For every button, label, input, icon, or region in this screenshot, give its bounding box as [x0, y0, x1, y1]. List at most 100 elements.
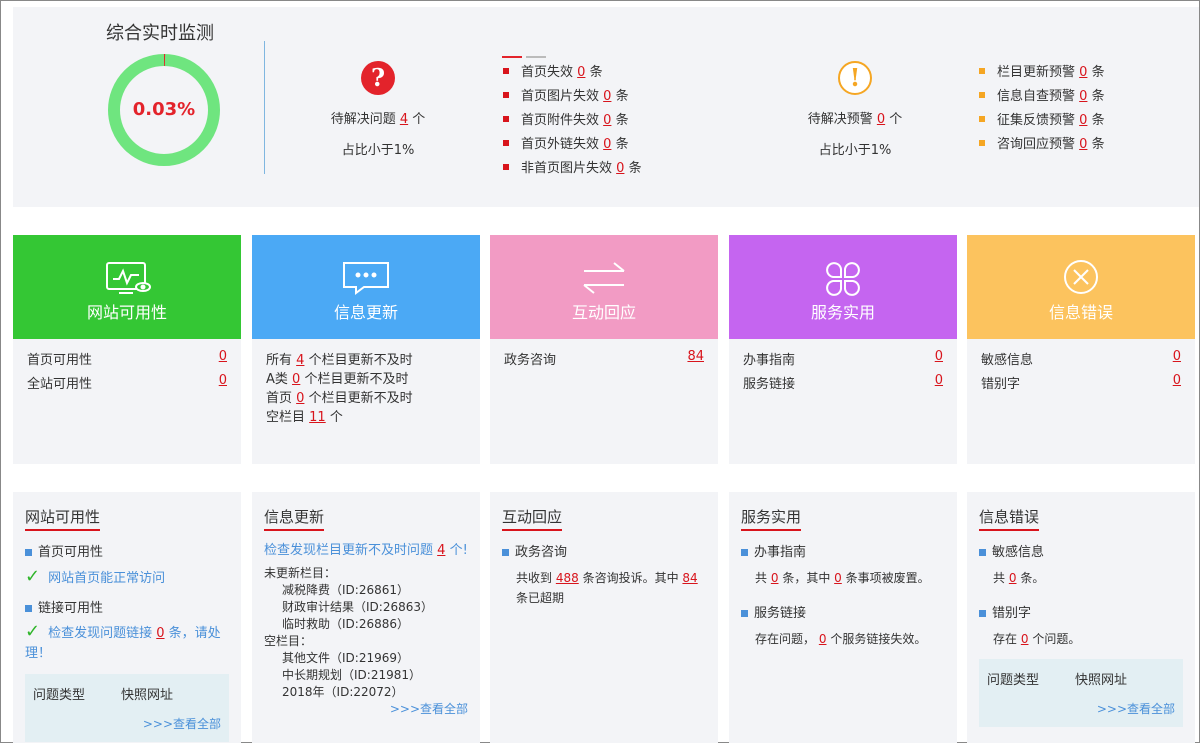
issue-item[interactable]: 首页失效 0 条 — [503, 61, 642, 85]
tile-row[interactable]: 首页可用性 0 — [27, 349, 227, 373]
tile-availability[interactable]: 网站可用性 首页可用性 0 全站可用性 0 — [13, 235, 241, 464]
tile-row[interactable]: 办事指南 0 — [743, 349, 943, 373]
status-line[interactable]: ✓ 网站首页能正常访问 — [25, 566, 229, 587]
tile-errors-header[interactable]: 信息错误 — [967, 235, 1195, 339]
tile-update-header[interactable]: 信息更新 — [252, 235, 480, 339]
tile-row-value[interactable]: 0 — [1173, 373, 1181, 397]
summary-count[interactable]: 0 — [819, 632, 827, 646]
warning-item[interactable]: 栏目更新预警 0 条 — [979, 61, 1105, 85]
tile-row-value[interactable]: 84 — [687, 349, 704, 373]
snapshot-table: 问题类型 快照网址 >>>查看全部 — [25, 674, 229, 742]
summary-count[interactable]: 0 — [1009, 571, 1017, 585]
orange-square-icon — [979, 139, 985, 146]
tile-line[interactable]: A类 0 个栏目更新不及时 — [266, 368, 466, 387]
view-all-link[interactable]: >>>查看全部 — [264, 701, 468, 718]
section-label: 敏感信息 — [992, 545, 1045, 560]
intro-text[interactable]: 检查发现栏目更新不及时问题 — [264, 543, 433, 558]
warning-item-count[interactable]: 0 — [1079, 89, 1087, 104]
tile-errors[interactable]: 信息错误 敏感信息 0 错别字 0 — [967, 235, 1195, 464]
warning-item-count[interactable]: 0 — [1079, 137, 1087, 152]
tile-row[interactable]: 错别字 0 — [981, 373, 1181, 397]
tile-row-label: 错别字 — [981, 377, 1021, 392]
column-item[interactable]: 其他文件（ID:21969） — [264, 650, 468, 667]
tile-row[interactable]: 服务链接 0 — [743, 373, 943, 397]
line-count[interactable]: 11 — [309, 410, 326, 425]
warning-item[interactable]: 咨询回应预警 0 条 — [979, 133, 1105, 157]
tile-service[interactable]: 服务实用 办事指南 0 服务链接 0 — [729, 235, 957, 464]
tile-row-value[interactable]: 0 — [219, 373, 227, 397]
summary-count[interactable]: 0 — [834, 571, 842, 585]
issue-item-label: 非首页图片失效 — [521, 161, 613, 176]
column-item[interactable]: 财政审计结果（ID:26863） — [264, 599, 468, 616]
issue-item-count[interactable]: 0 — [577, 65, 585, 80]
issue-item[interactable]: 首页外链失效 0 条 — [503, 133, 642, 157]
clover-icon — [826, 262, 860, 296]
column-item[interactable]: 中长期规划（ID:21981） — [264, 667, 468, 684]
blue-square-icon — [979, 549, 986, 556]
tile-line[interactable]: 首页 0 个栏目更新不及时 — [266, 387, 466, 406]
chat-bubble-icon — [343, 262, 389, 295]
warning-item-count[interactable]: 0 — [1079, 65, 1087, 80]
mini-tab[interactable] — [526, 56, 546, 58]
tile-interaction[interactable]: 互动回应 政务咨询 84 — [490, 235, 718, 464]
warnings-count[interactable]: 0 — [877, 112, 885, 127]
issue-item[interactable]: 首页附件失效 0 条 — [503, 109, 642, 133]
column-item[interactable]: 临时救助（ID:26886） — [264, 616, 468, 633]
view-all-link[interactable]: >>>查看全部 — [987, 700, 1175, 717]
status-message[interactable]: 检查发现问题链接 — [48, 626, 152, 641]
line-count[interactable]: 0 — [296, 391, 304, 406]
line-count[interactable]: 0 — [292, 372, 300, 387]
status-message[interactable]: 网站首页能正常访问 — [48, 571, 165, 586]
summary-count[interactable]: 0 — [1021, 632, 1029, 646]
page-frame: 综合实时监测 0.03% ? 待解决问题 4 个 占比小于1% 首页失效 0 条… — [0, 0, 1200, 743]
tile-line[interactable]: 所有 4 个栏目更新不及时 — [266, 349, 466, 368]
panel-availability: 网站可用性 首页可用性 ✓ 网站首页能正常访问 链接可用性 ✓ 检查发现问题链接 0… — [13, 492, 241, 743]
issue-item-count[interactable]: 0 — [603, 89, 611, 104]
tile-row-value[interactable]: 0 — [935, 349, 943, 373]
mini-tabs[interactable] — [502, 47, 550, 62]
tile-row[interactable]: 敏感信息 0 — [981, 349, 1181, 373]
issue-item-count[interactable]: 0 — [603, 113, 611, 128]
summary-count[interactable]: 0 — [771, 571, 779, 585]
issue-item-count[interactable]: 0 — [616, 161, 624, 176]
tile-label: 互动回应 — [571, 303, 636, 322]
intro-count[interactable]: 4 — [437, 543, 445, 558]
tile-row-value[interactable]: 0 — [1173, 349, 1181, 373]
tile-row-label: 全站可用性 — [27, 377, 93, 392]
issues-count[interactable]: 4 — [400, 112, 408, 127]
warning-item[interactable]: 信息自查预警 0 条 — [979, 85, 1105, 109]
issues-ratio: 占比小于1% — [341, 143, 415, 158]
update-intro[interactable]: 检查发现栏目更新不及时问题 4 个! — [264, 541, 468, 561]
pending-warnings[interactable]: ! 待解决预警 0 个 占比小于1% — [780, 61, 930, 158]
line-text: 个栏目更新不及时 — [308, 391, 413, 406]
status-count[interactable]: 0 — [156, 626, 164, 641]
tile-row[interactable]: 全站可用性 0 — [27, 373, 227, 397]
intro-text[interactable]: 个! — [450, 543, 468, 558]
issue-item[interactable]: 首页图片失效 0 条 — [503, 85, 642, 109]
blue-square-icon — [25, 605, 32, 612]
tile-line[interactable]: 空栏目 11 个 — [266, 406, 466, 425]
warning-item[interactable]: 征集反馈预警 0 条 — [979, 109, 1105, 133]
issue-list: 首页失效 0 条 首页图片失效 0 条 首页附件失效 0 条 首页外链失效 0 … — [503, 61, 642, 181]
tile-interaction-header[interactable]: 互动回应 — [490, 235, 718, 339]
summary-count[interactable]: 84 — [682, 571, 697, 585]
warnings-unit: 个 — [889, 112, 903, 127]
view-all-link[interactable]: >>>查看全部 — [33, 715, 221, 732]
warning-item-count[interactable]: 0 — [1079, 113, 1087, 128]
mini-tab-active[interactable] — [502, 56, 522, 58]
summary-count[interactable]: 488 — [556, 571, 579, 585]
column-item[interactable]: 2018年（ID:22072） — [264, 684, 468, 701]
tile-row-value[interactable]: 0 — [935, 373, 943, 397]
tile-availability-header[interactable]: 网站可用性 — [13, 235, 241, 339]
column-item[interactable]: 减税降费（ID:26861） — [264, 582, 468, 599]
issue-item[interactable]: 非首页图片失效 0 条 — [503, 157, 642, 181]
tile-update[interactable]: 信息更新 所有 4 个栏目更新不及时 A类 0 个栏目更新不及时 首页 0 个栏… — [252, 235, 480, 464]
tile-row[interactable]: 政务咨询 84 — [504, 349, 704, 373]
tile-service-header[interactable]: 服务实用 — [729, 235, 957, 339]
tile-row-value[interactable]: 0 — [219, 349, 227, 373]
line-count[interactable]: 4 — [296, 353, 304, 368]
status-line[interactable]: ✓ 检查发现问题链接 0 条，请处理！ — [25, 622, 229, 664]
pending-issues[interactable]: ? 待解决问题 4 个 占比小于1% — [303, 61, 453, 158]
line-text: 个 — [329, 410, 343, 425]
issue-item-count[interactable]: 0 — [603, 137, 611, 152]
